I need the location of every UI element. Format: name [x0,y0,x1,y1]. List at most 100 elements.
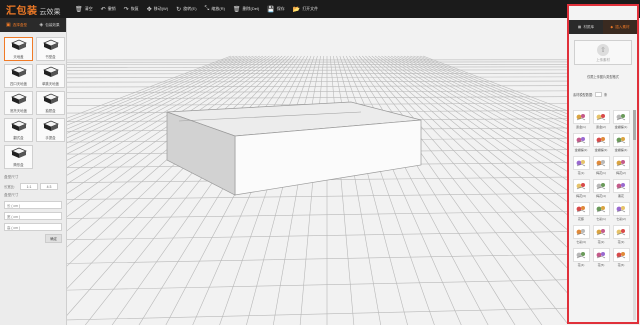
material-item[interactable]: 花(2) [592,225,610,245]
material-item[interactable]: 七彩(3) [572,225,590,245]
toolbar-scale-button[interactable]: ⤡ 缩放(R) [205,6,225,13]
box-type-grid: 天地盖 书型盒 四口天地盖 单跳天地盖 底托天地盖 抽屉盒翻式盒 手提盒筒形盒 [0,32,66,169]
material-item[interactable]: 花(5) [592,248,610,268]
box-type-label: 手提盒 [45,136,56,140]
toolbar-rotate-button[interactable]: ↻ 旋转(E) [176,6,196,13]
filter-input[interactable] [595,92,603,97]
material-thumbnail [572,179,590,193]
box-type-tile[interactable]: 翻式盒 [4,118,33,142]
material-item[interactable]: 金蝴蝶(2) [572,133,590,153]
material-item[interactable]: 金蝴蝶(1) [612,110,630,130]
material-item[interactable]: 金蝴蝶(4) [612,133,630,153]
tab-select-box[interactable]: ▣ 选择盒型 [0,18,33,32]
library-icon: ▦ [577,25,582,29]
upload-button[interactable]: ⇧ 上传素材 [574,40,632,65]
material-item[interactable]: 梅花(4) [592,179,610,199]
toolbar-label: 删除(Del) [242,6,260,11]
grid-line [67,279,567,291]
material-scrollbar[interactable] [633,110,636,320]
material-item[interactable]: 梅花(1) [592,156,610,176]
width-field[interactable]: 宽 ( cm ) [4,212,62,220]
3d-scene[interactable] [67,18,567,325]
grid-line [406,55,567,130]
tab-pack-effect[interactable]: ◈ 包装效果 [33,18,66,32]
grid-line [272,55,321,325]
params-title: 盒型尺寸 [4,175,19,179]
material-thumbnail [572,225,590,239]
material-item[interactable]: 金蝴蝶(3) [592,133,610,153]
material-item[interactable]: 花(6) [612,248,630,268]
material-thumbnail [592,225,610,239]
material-thumbnail [572,248,590,262]
toolbar-move-button[interactable]: ✥ 移动(W) [147,6,168,13]
material-thumbnail [612,248,630,262]
box-type-tile[interactable]: 筒形盒 [4,145,33,169]
height-field[interactable]: 高 ( cm ) [4,223,62,231]
length-field[interactable]: 长 ( cm ) [4,201,62,209]
box-type-tile[interactable]: 抽屉盒 [36,91,65,115]
box-type-label: 抽屉盒 [45,109,56,113]
box-type-tile[interactable]: 四口天地盖 [4,64,33,88]
material-label: 花(1) [577,171,585,175]
ratio-option-2[interactable]: 4:3 [40,183,58,190]
box-type-tile[interactable]: 底托天地盖 [4,91,33,115]
scroll-thumb[interactable] [633,110,636,140]
app-logo: 汇包装 云效果 [0,2,72,17]
box-icon: ▣ [5,22,11,28]
material-item[interactable]: 黑花 [612,179,630,199]
left-tabs: ▣ 选择盒型 ◈ 包装效果 [0,18,66,32]
material-item[interactable]: 花(3) [612,225,630,245]
cloud-upload-icon: ⇧ [597,43,609,56]
material-label: 金蝴蝶(1) [614,125,628,129]
grid-line [416,55,567,118]
toolbar-label: 撤销 [107,6,116,11]
box-type-tile[interactable]: 手提盒 [36,118,65,142]
grid-line [67,210,567,219]
box-thumbnail-icon [9,65,29,81]
box-type-tile[interactable]: 书型盒 [36,37,65,61]
material-item[interactable]: 贵金(2) [592,110,610,130]
material-thumbnail [592,248,610,262]
tab-label: 包装效果 [45,22,60,27]
ratio-option-1[interactable]: 1:1 [20,183,38,190]
material-item[interactable]: 梅花(2) [612,156,630,176]
material-thumbnail [612,133,630,147]
material-item[interactable]: 梅花(3) [572,179,590,199]
grid-line [339,55,435,325]
material-item[interactable]: 花(4) [572,248,590,268]
material-item[interactable]: 花(1) [572,156,590,176]
toolbar-trash-button[interactable]: 🗑 清空 [75,6,93,13]
material-thumbnail [572,156,590,170]
toolbar-redo-button[interactable]: ↷ 恢复 [124,6,139,13]
toolbar-label: 缩放(R) [211,6,225,11]
material-item[interactable]: 贵金(1) [572,110,590,130]
box-type-tile[interactable]: 天地盖 [4,37,33,61]
box-type-tile[interactable]: 单跳天地盖 [36,64,65,88]
toolbar-delete-button[interactable]: 🗑 删除(Del) [233,6,259,13]
material-item[interactable]: 七彩(2) [612,202,630,222]
upload-hint: 仅限上传图片类型格式 [587,75,619,79]
grid-line [352,55,543,325]
confirm-button[interactable]: 确定 [45,234,62,243]
toolbar-label: 旋转(E) [183,6,197,11]
toolbar-label: 清空 [84,6,93,11]
grid-line [67,72,567,75]
material-item[interactable]: 七彩(1) [592,202,610,222]
3d-viewport[interactable] [67,18,567,325]
toolbar-save-button[interactable]: 💾 保存 [267,6,284,13]
insert-icon: ◆ [610,25,614,29]
toolbar-undo-button[interactable]: ↶ 撤销 [101,6,116,13]
tab-material-library[interactable]: ▦ 材质库 [569,20,603,34]
brand-sub: 云效果 [39,8,61,16]
toolbar-open-file-button[interactable]: 📂 打开文件 [293,6,318,13]
undo-icon: ↶ [100,6,106,13]
grid-line [138,55,305,325]
top-toolbar: 汇包装 云效果 🗑 清空 ↶ 撤销 ↷ 恢复 ✥ 移动(W) ↻ 旋转(E) ⤡ 缩放(R) 🗑 删除(D… [0,0,640,18]
material-label: 花(6) [617,263,625,267]
material-thumbnail [612,202,630,216]
material-label: 梅花(2) [616,171,626,175]
box-thumbnail-icon [41,92,61,108]
material-item[interactable]: 花藤 [572,202,590,222]
tab-insert-material[interactable]: ◆ 插入素材 [603,20,637,34]
scale-icon: ⤡ [204,5,210,12]
